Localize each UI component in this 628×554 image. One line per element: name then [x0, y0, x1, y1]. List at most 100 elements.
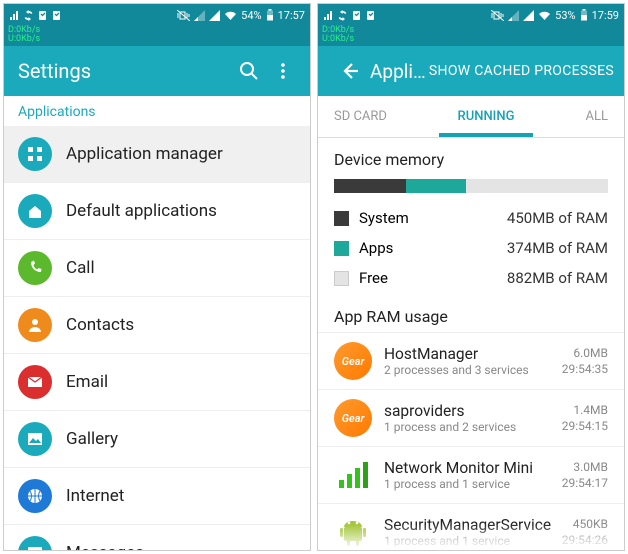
- legend-name: System: [359, 209, 507, 227]
- show-cached-button[interactable]: SHOW CACHED PROCESSES: [429, 63, 614, 79]
- vibrate-icon: [177, 10, 190, 21]
- signal-icon: [323, 10, 334, 21]
- app-time: 29:54:17: [562, 475, 608, 491]
- left-phone: 54% 17:57 D:0Kb/s U:0Kb/s Settings Appli…: [3, 3, 311, 551]
- vibrate-icon: [491, 10, 504, 21]
- memory-segment: [406, 179, 466, 193]
- wifi-icon: [224, 10, 237, 21]
- status-bar: 54% 17:57: [4, 4, 310, 26]
- list-item-internet[interactable]: Internet: [4, 467, 310, 524]
- legend-name: Free: [359, 269, 507, 287]
- running-apps-list: GearHostManager2 processes and 3 service…: [318, 332, 624, 550]
- page-title: Settings: [18, 59, 232, 83]
- memory-bar: [334, 179, 608, 193]
- list-item-label: Messages: [66, 543, 144, 550]
- list-item-label: Default applications: [66, 201, 217, 221]
- legend-row: Free882MB of RAM: [334, 263, 608, 293]
- legend-name: Apps: [359, 239, 507, 257]
- list-item-label: Internet: [66, 486, 124, 506]
- battery-pct: 54%: [241, 9, 261, 22]
- app-sub: 1 process and 1 service: [384, 534, 562, 548]
- image-icon: [18, 422, 52, 456]
- list-item-messages[interactable]: Messages: [4, 524, 310, 550]
- phone-icon: [18, 251, 52, 285]
- legend-row: Apps374MB of RAM: [334, 233, 608, 263]
- grid-icon: [18, 137, 52, 171]
- clipboard-icon: [37, 10, 48, 21]
- legend-row: System450MB of RAM: [334, 203, 608, 233]
- clipboard-2-icon: [365, 10, 376, 21]
- list-item-app-manager[interactable]: Application manager: [4, 126, 310, 182]
- search-icon[interactable]: [232, 61, 266, 81]
- section-header: Applications: [4, 96, 310, 126]
- app-row[interactable]: Network Monitor Mini1 process and 1 serv…: [318, 446, 624, 503]
- sync-icon: [337, 10, 348, 21]
- droid-icon: [334, 513, 372, 550]
- message-icon: [18, 536, 52, 550]
- list-item-default-apps[interactable]: Default applications: [4, 182, 310, 239]
- legend-swatch: [334, 241, 349, 256]
- memory-segment: [466, 179, 608, 193]
- list-item-call[interactable]: Call: [4, 239, 310, 296]
- signal-1-icon: [508, 10, 519, 21]
- signal-2-icon: [523, 10, 534, 21]
- page-title: Appli…: [370, 60, 429, 83]
- gear-icon: Gear: [334, 342, 372, 380]
- tab-bar: SD CARD RUNNING ALL: [318, 96, 624, 138]
- wifi-icon: [538, 10, 551, 21]
- app-sub: 1 process and 1 service: [384, 477, 562, 491]
- app-time: 29:54:26: [562, 532, 608, 548]
- list-item-label: Email: [66, 372, 108, 392]
- app-row[interactable]: Gear saproviders1 process and 2 services1…: [318, 389, 624, 446]
- app-time: 29:54:15: [562, 418, 608, 434]
- list-item-label: Application manager: [66, 144, 223, 164]
- legend-value: 882MB of RAM: [507, 269, 608, 287]
- app-row[interactable]: SecurityManagerService1 process and 1 se…: [318, 503, 624, 550]
- app-sub: 1 process and 2 services: [384, 420, 562, 434]
- app-size: 3.0MB: [562, 459, 608, 475]
- status-bar: 53% 17:59: [318, 4, 624, 26]
- net-speed-overlay: D:0Kb/s U:0Kb/s: [4, 26, 310, 46]
- app-size: 6.0MB: [562, 345, 608, 361]
- list-item-contacts[interactable]: Contacts: [4, 296, 310, 353]
- legend-value: 450MB of RAM: [507, 209, 608, 227]
- app-name: saproviders: [384, 402, 562, 420]
- app-sub: 2 processes and 3 services: [384, 363, 562, 377]
- action-bar: Appli… SHOW CACHED PROCESSES: [318, 46, 624, 96]
- clock: 17:59: [592, 9, 619, 22]
- list-item-email[interactable]: Email: [4, 353, 310, 410]
- back-icon[interactable]: [332, 60, 366, 82]
- legend-swatch: [334, 211, 349, 226]
- gear-icon: Gear: [334, 399, 372, 437]
- legend-swatch: [334, 271, 349, 286]
- battery-icon: [580, 9, 588, 21]
- tab-all[interactable]: ALL: [564, 97, 624, 136]
- clipboard-2-icon: [51, 10, 62, 21]
- signal-2-icon: [209, 10, 220, 21]
- person-icon: [18, 308, 52, 342]
- clock: 17:57: [278, 9, 305, 22]
- globe-icon: [18, 479, 52, 513]
- tab-sdcard[interactable]: SD CARD: [318, 97, 408, 136]
- right-phone: 53% 17:59 D:0Kb/s U:0Kb/s Appli… SHOW CA…: [317, 3, 625, 551]
- mail-icon: [18, 365, 52, 399]
- list-item-gallery[interactable]: Gallery: [4, 410, 310, 467]
- app-ram-header: App RAM usage: [318, 293, 624, 332]
- settings-list: Application manager Default applications C…: [4, 126, 310, 550]
- memory-segment: [334, 179, 406, 193]
- home-icon: [18, 194, 52, 228]
- tab-running[interactable]: RUNNING: [408, 97, 564, 136]
- overflow-menu-icon[interactable]: [266, 61, 300, 81]
- signal-icon: [9, 10, 20, 21]
- list-item-label: Gallery: [66, 429, 118, 449]
- sync-icon: [23, 10, 34, 21]
- app-name: Network Monitor Mini: [384, 459, 562, 477]
- app-name: SecurityManagerService: [384, 516, 562, 534]
- app-time: 29:54:35: [562, 361, 608, 377]
- app-size: 450KB: [562, 516, 608, 532]
- bars-icon: [334, 456, 372, 494]
- battery-icon: [266, 9, 274, 21]
- list-item-label: Call: [66, 258, 95, 278]
- app-size: 1.4MB: [562, 402, 608, 418]
- app-row[interactable]: GearHostManager2 processes and 3 service…: [318, 332, 624, 389]
